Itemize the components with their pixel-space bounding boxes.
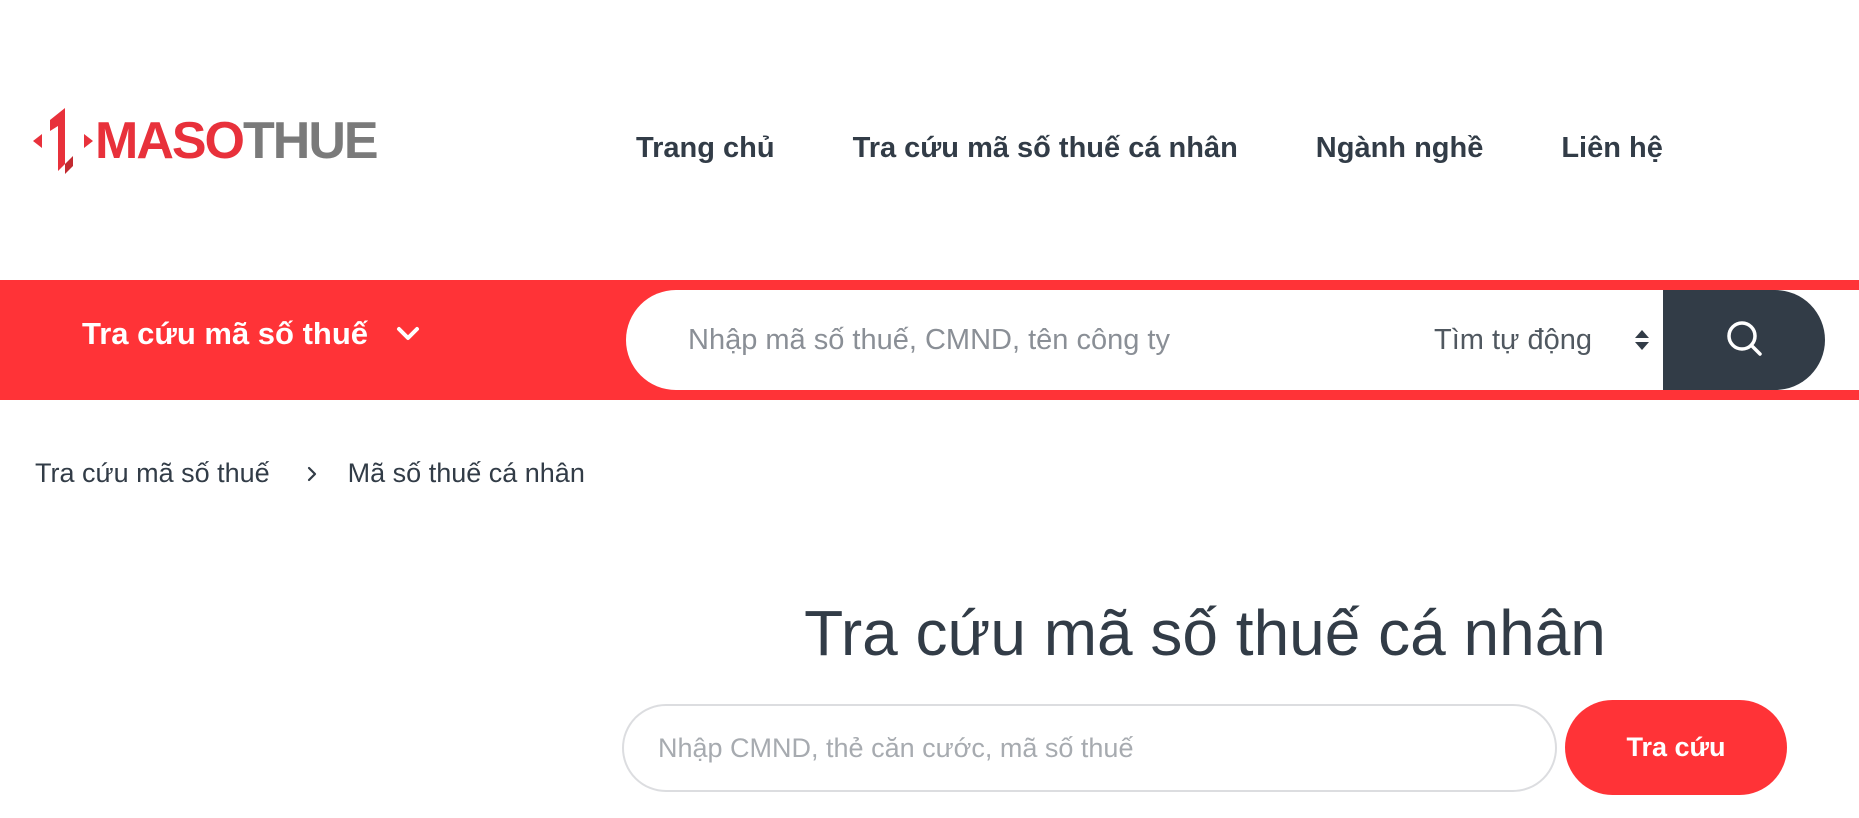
nav-industries[interactable]: Ngành nghề xyxy=(1316,126,1484,170)
breadcrumb-tax-lookup[interactable]: Tra cứu mã số thuế xyxy=(35,458,270,489)
search-bar: Tra cứu mã số thuế Tìm tự động xyxy=(0,280,1859,400)
personal-tax-lookup-input[interactable] xyxy=(622,704,1557,792)
search-mode-value: Tìm tự động xyxy=(1434,323,1593,356)
site-header: MASOTHUE Trang chủ Tra cứu mã số thuế cá… xyxy=(0,0,1859,280)
page-title: Tra cứu mã số thuế cá nhân xyxy=(804,597,1606,669)
logo-text: MASOTHUE xyxy=(95,112,379,170)
logo-mark-icon xyxy=(33,106,93,176)
search-input[interactable] xyxy=(688,310,1388,370)
page: MASOTHUE Trang chủ Tra cứu mã số thuế cá… xyxy=(0,0,1859,818)
breadcrumb-current: Mã số thuế cá nhân xyxy=(347,458,585,488)
search-mode-select[interactable]: Tìm tự động xyxy=(1434,310,1664,370)
lookup-menu-label: Tra cứu mã số thuế xyxy=(82,316,369,351)
breadcrumb: Tra cứu mã số thuế Mã số thuế cá nhân xyxy=(35,458,585,489)
lookup-submit-button[interactable]: Tra cứu xyxy=(1565,700,1787,795)
lookup-menu-toggle[interactable]: Tra cứu mã số thuế xyxy=(82,316,420,352)
nav-contact[interactable]: Liên hệ xyxy=(1561,126,1663,170)
nav-personal-tax-lookup[interactable]: Tra cứu mã số thuế cá nhân xyxy=(853,126,1238,170)
nav-home[interactable]: Trang chủ xyxy=(636,126,775,170)
chevron-right-icon xyxy=(306,465,318,483)
up-down-caret-icon xyxy=(1634,328,1650,352)
site-logo[interactable]: MASOTHUE xyxy=(33,106,379,176)
search-icon xyxy=(1724,318,1764,363)
main-nav: Trang chủ Tra cứu mã số thuế cá nhân Ngà… xyxy=(636,126,1663,170)
search-button[interactable] xyxy=(1663,290,1825,390)
chevron-down-icon xyxy=(396,326,420,342)
